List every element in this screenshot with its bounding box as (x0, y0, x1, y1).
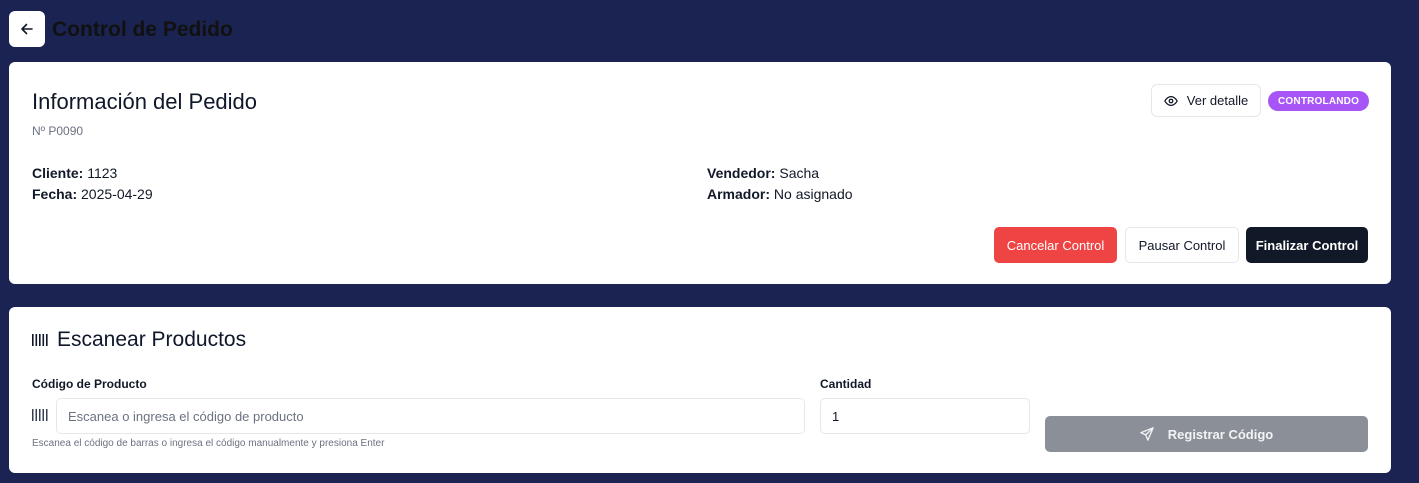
quantity-label: Cantidad (820, 377, 872, 391)
back-button[interactable] (9, 11, 45, 47)
order-info-card: Información del Pedido Nº P0090 Ver deta… (9, 62, 1391, 284)
product-code-label: Código de Producto (32, 377, 147, 391)
assembler-field: Armador: No asignado (707, 186, 853, 202)
finish-control-button[interactable]: Finalizar Control (1246, 227, 1368, 263)
seller-label: Vendedor: (707, 165, 776, 181)
scan-title-label: Escanear Productos (57, 328, 247, 351)
assembler-label: Armador: (707, 186, 771, 202)
client-field: Cliente: 1123 (32, 165, 117, 181)
seller-value: Sacha (779, 165, 820, 181)
scan-products-card: Escanear Productos Código de Producto Ca… (9, 307, 1391, 473)
date-label: Fecha: (32, 186, 78, 202)
send-icon (1139, 427, 1154, 441)
view-detail-label: Ver detalle (1186, 93, 1249, 108)
seller-field: Vendedor: Sacha (707, 165, 819, 181)
client-label: Cliente: (32, 165, 84, 181)
status-badge: CONTROLANDO (1268, 91, 1370, 111)
product-code-input[interactable] (56, 398, 805, 434)
barcode-icon (32, 408, 48, 422)
page-title: Control de Pedido (52, 18, 233, 41)
order-number: Nº P0090 (32, 124, 84, 138)
scan-hint: Escanea el código de barras o ingresa el… (32, 438, 385, 449)
assembler-value: No asignado (773, 186, 853, 202)
pause-control-button[interactable]: Pausar Control (1125, 227, 1239, 263)
quantity-input[interactable] (820, 398, 1030, 434)
date-value: 2025-04-29 (81, 186, 153, 202)
client-value: 1123 (87, 165, 118, 181)
scan-title: Escanear Productos (32, 328, 246, 352)
date-field: Fecha: 2025-04-29 (32, 186, 153, 202)
register-code-button[interactable]: Registrar Código (1045, 416, 1368, 452)
register-code-label: Registrar Código (1167, 426, 1274, 442)
barcode-icon (32, 333, 48, 347)
order-info-title: Información del Pedido (32, 89, 258, 114)
view-detail-button[interactable]: Ver detalle (1151, 84, 1261, 117)
cancel-control-button[interactable]: Cancelar Control (994, 227, 1117, 263)
arrow-left-icon (20, 22, 34, 36)
eye-icon (1163, 94, 1178, 108)
